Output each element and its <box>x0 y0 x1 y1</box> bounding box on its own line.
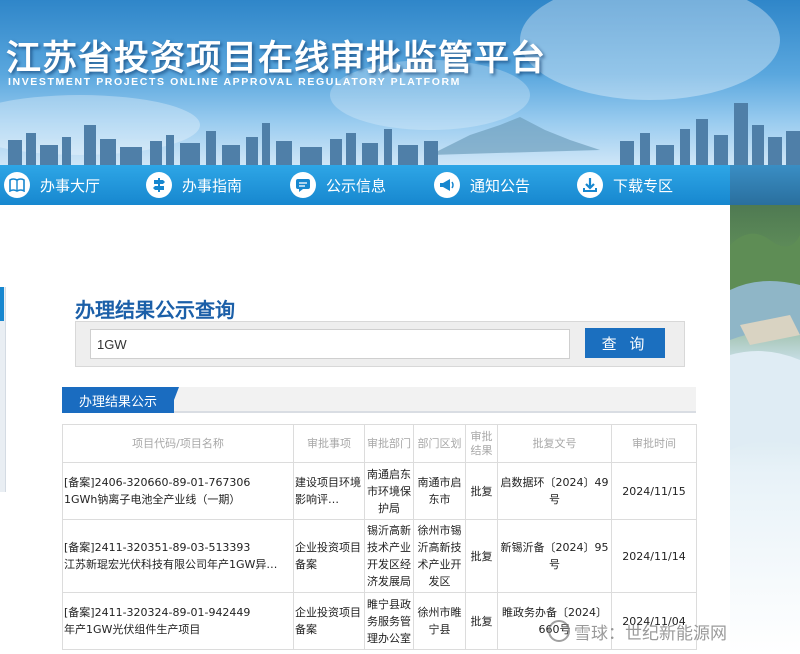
project-code: [备案]2406-320660-89-01-767306 <box>64 476 251 489</box>
nav-item-downloads[interactable]: 下载专区 <box>577 165 673 205</box>
tab-results[interactable]: 办理结果公示 <box>62 387 174 413</box>
query-title: 办理结果公示查询 <box>75 298 235 322</box>
megaphone-icon <box>434 172 460 198</box>
download-icon <box>577 172 603 198</box>
site-subtitle: INVESTMENT PROJECTS ONLINE APPROVAL REGU… <box>8 76 461 88</box>
project-code-name-cell[interactable]: [备案]2411-320351-89-03-513393 江苏新琨宏光伏科技有限… <box>62 519 294 593</box>
message-icon <box>290 172 316 198</box>
nav-item-label: 下载专区 <box>613 176 674 195</box>
snowball-logo-icon <box>548 620 570 642</box>
nav-item-hall[interactable]: 办事大厅 <box>4 165 100 205</box>
column-header-doc: 批复文号 <box>497 424 612 463</box>
column-header-item: 审批事项 <box>293 424 365 463</box>
table-row[interactable]: [备案]2406-320660-89-01-767306 1GWh钠离子电池全产… <box>62 462 697 520</box>
dept-region-cell: 徐州市睢宁县 <box>413 592 466 650</box>
column-header-dept: 审批部门 <box>364 424 414 463</box>
column-header-result: 审批结果 <box>465 424 498 463</box>
approval-date-cell: 2024/11/15 <box>611 462 697 520</box>
approval-result-cell: 批复 <box>465 592 498 650</box>
approval-item-cell: 企业投资项目备案 <box>293 519 365 593</box>
approval-dept-cell: 睢宁县政务服务管理办公室 <box>364 592 414 650</box>
approval-item-cell: 建设项目环境影响评… <box>293 462 365 520</box>
cloud-decoration <box>520 0 780 100</box>
nav-item-guide[interactable]: 办事指南 <box>146 165 242 205</box>
approval-result-cell: 批复 <box>465 462 498 520</box>
approval-result-cell: 批复 <box>465 519 498 593</box>
tab-edge-decoration <box>169 387 179 413</box>
dept-region-cell: 南通市启东市 <box>413 462 466 520</box>
search-input[interactable] <box>90 329 570 359</box>
book-icon <box>4 172 30 198</box>
left-tab-accent <box>0 287 4 321</box>
results-tabbar: 办理结果公示 <box>62 387 696 413</box>
nav-item-label: 通知公告 <box>470 176 531 195</box>
approval-item-cell: 企业投资项目备案 <box>293 592 365 650</box>
column-header-region: 部门区划 <box>413 424 466 463</box>
left-side-tab[interactable] <box>0 287 6 492</box>
search-panel: 查 询 <box>75 321 685 367</box>
nav-item-label: 办事指南 <box>182 176 243 195</box>
project-code: [备案]2411-320351-89-03-513393 <box>64 541 251 554</box>
project-name: 1GWh钠离子电池全产业线（一期） <box>64 493 241 506</box>
results-table: 项目代码/项目名称 审批事项 审批部门 部门区划 审批结果 批复文号 审批时间 … <box>62 424 697 650</box>
approval-dept-cell: 锡沂高新技术产业开发区经济发展局 <box>364 519 414 593</box>
nav-item-notices[interactable]: 通知公告 <box>434 165 530 205</box>
approval-doc-cell: 新锡沂备〔2024〕95号 <box>497 519 612 593</box>
column-header-code-name: 项目代码/项目名称 <box>62 424 294 463</box>
search-button[interactable]: 查 询 <box>585 328 665 358</box>
watermark-text: 雪球：世纪新能源网 <box>574 623 727 644</box>
table-row[interactable]: [备案]2411-320351-89-03-513393 江苏新琨宏光伏科技有限… <box>62 519 697 593</box>
approval-date-cell: 2024/11/14 <box>611 519 697 593</box>
nav-item-label: 公示信息 <box>326 176 387 195</box>
watermark: 雪球：世纪新能源网 <box>548 618 727 644</box>
scenery-illustration <box>730 233 800 450</box>
signpost-icon <box>146 172 172 198</box>
city-skyline-illustration <box>8 103 800 165</box>
side-scenery-image <box>730 205 800 654</box>
project-name: 年产1GW光伏组件生产项目 <box>64 623 201 636</box>
column-header-date: 审批时间 <box>611 424 697 463</box>
table-header-row: 项目代码/项目名称 审批事项 审批部门 部门区划 审批结果 批复文号 审批时间 <box>62 424 697 463</box>
header-banner: 江苏省投资项目在线审批监管平台 INVESTMENT PROJECTS ONLI… <box>0 0 800 165</box>
project-name: 江苏新琨宏光伏科技有限公司年产1GW异… <box>64 558 278 571</box>
approval-dept-cell: 南通启东市环境保护局 <box>364 462 414 520</box>
approval-doc-cell: 启数据环〔2024〕49号 <box>497 462 612 520</box>
project-code: [备案]2411-320324-89-01-942449 <box>64 606 251 619</box>
dept-region-cell: 徐州市锡沂高新技术产业开发区 <box>413 519 466 593</box>
nav-right-scenery <box>730 165 800 205</box>
project-code-name-cell[interactable]: [备案]2406-320660-89-01-767306 1GWh钠离子电池全产… <box>62 462 294 520</box>
nav-item-label: 办事大厅 <box>40 176 101 195</box>
main-nav: 办事大厅 办事指南 公示信息 通知公告 下载专区 <box>0 165 730 205</box>
site-title: 江苏省投资项目在线审批监管平台 <box>6 39 547 79</box>
nav-item-publicity[interactable]: 公示信息 <box>290 165 386 205</box>
project-code-name-cell[interactable]: [备案]2411-320324-89-01-942449 年产1GW光伏组件生产… <box>62 592 294 650</box>
